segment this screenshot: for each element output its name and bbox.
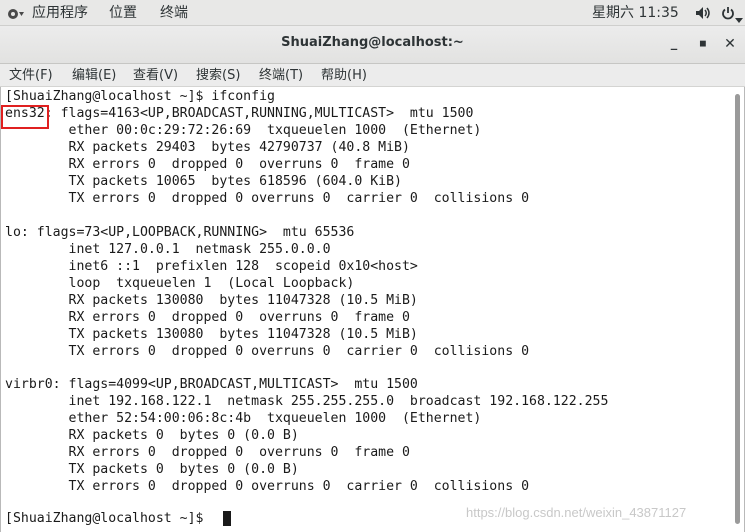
clock[interactable]: 星期六 11:35 bbox=[592, 4, 679, 22]
terminal-prompt-line: [ShuaiZhang@localhost ~]$ bbox=[5, 511, 212, 526]
terminal-cursor bbox=[223, 511, 231, 526]
maximize-button[interactable]: ◼ bbox=[692, 33, 714, 55]
terminal-line: TX packets 10065 bytes 618596 (604.0 KiB… bbox=[5, 174, 402, 189]
terminal-line: RX errors 0 dropped 0 overruns 0 frame 0 bbox=[5, 157, 410, 172]
menu-search[interactable]: 搜索(S) bbox=[196, 67, 240, 84]
terminal-line: inet6 ::1 prefixlen 128 scopeid 0x10<hos… bbox=[5, 259, 418, 274]
terminal-line: ether 52:54:00:06:8c:4b txqueuelen 1000 … bbox=[5, 411, 482, 426]
terminal-app-menu[interactable]: 终端 bbox=[160, 4, 188, 22]
terminal-line: TX errors 0 dropped 0 overruns 0 carrier… bbox=[5, 191, 530, 206]
terminal-line: TX errors 0 dropped 0 overruns 0 carrier… bbox=[5, 479, 530, 494]
power-icon[interactable] bbox=[721, 6, 735, 24]
desktop-screen: 应用程序 位置 终端 星期六 11:35 ShuaiZhang@localhos… bbox=[0, 0, 745, 532]
terminal-line: ens32: flags=4163<UP,BROADCAST,RUNNING,M… bbox=[5, 106, 474, 121]
scrollbar-thumb[interactable] bbox=[735, 94, 740, 524]
terminal-line: virbr0: flags=4099<UP,BROADCAST,MULTICAS… bbox=[5, 377, 418, 392]
places-menu[interactable]: 位置 bbox=[109, 4, 137, 22]
terminal-line: RX errors 0 dropped 0 overruns 0 frame 0 bbox=[5, 310, 410, 325]
window-titlebar[interactable]: ShuaiZhang@localhost:~ _ ◼ ✕ bbox=[0, 26, 745, 64]
terminal-line: TX packets 0 bytes 0 (0.0 B) bbox=[5, 462, 299, 477]
volume-icon[interactable] bbox=[695, 6, 711, 24]
terminal-line: TX packets 130080 bytes 11047328 (10.5 M… bbox=[5, 327, 418, 342]
terminal-line: loop txqueuelen 1 (Local Loopback) bbox=[5, 276, 355, 291]
gnome-top-bar: 应用程序 位置 终端 星期六 11:35 bbox=[0, 0, 745, 26]
terminal-line: inet 192.168.122.1 netmask 255.255.255.0… bbox=[5, 394, 609, 409]
minimize-button[interactable]: _ bbox=[663, 33, 685, 55]
watermark-text: https://blog.csdn.net/weixin_43871127 bbox=[466, 505, 687, 520]
applications-icon[interactable] bbox=[7, 8, 25, 24]
interface-highlight-box bbox=[1, 105, 49, 129]
terminal-line: RX packets 130080 bytes 11047328 (10.5 M… bbox=[5, 293, 418, 308]
terminal-line: lo: flags=73<UP,LOOPBACK,RUNNING> mtu 65… bbox=[5, 225, 355, 240]
menu-terminal[interactable]: 终端(T) bbox=[259, 67, 303, 84]
close-button[interactable]: ✕ bbox=[719, 33, 741, 55]
terminal-line: RX packets 0 bytes 0 (0.0 B) bbox=[5, 428, 299, 443]
terminal-line: TX errors 0 dropped 0 overruns 0 carrier… bbox=[5, 344, 530, 359]
applications-menu[interactable]: 应用程序 bbox=[32, 4, 88, 22]
terminal-line: [ShuaiZhang@localhost ~]$ ifconfig bbox=[5, 89, 275, 104]
window-title: ShuaiZhang@localhost:~ bbox=[281, 35, 464, 50]
menu-help[interactable]: 帮助(H) bbox=[321, 67, 367, 84]
terminal-line: RX packets 29403 bytes 42790737 (40.8 Mi… bbox=[5, 140, 410, 155]
menu-edit[interactable]: 编辑(E) bbox=[72, 67, 116, 84]
terminal-scrollbar[interactable] bbox=[735, 89, 741, 529]
terminal-line: RX errors 0 dropped 0 overruns 0 frame 0 bbox=[5, 445, 410, 460]
menu-view[interactable]: 查看(V) bbox=[133, 67, 178, 84]
menu-bar: 文件(F) 编辑(E) 查看(V) 搜索(S) 终端(T) 帮助(H) bbox=[0, 64, 745, 87]
terminal-line: inet 127.0.0.1 netmask 255.0.0.0 bbox=[5, 242, 331, 257]
menu-file[interactable]: 文件(F) bbox=[9, 67, 53, 84]
terminal-line: ether 00:0c:29:72:26:69 txqueuelen 1000 … bbox=[5, 123, 482, 138]
